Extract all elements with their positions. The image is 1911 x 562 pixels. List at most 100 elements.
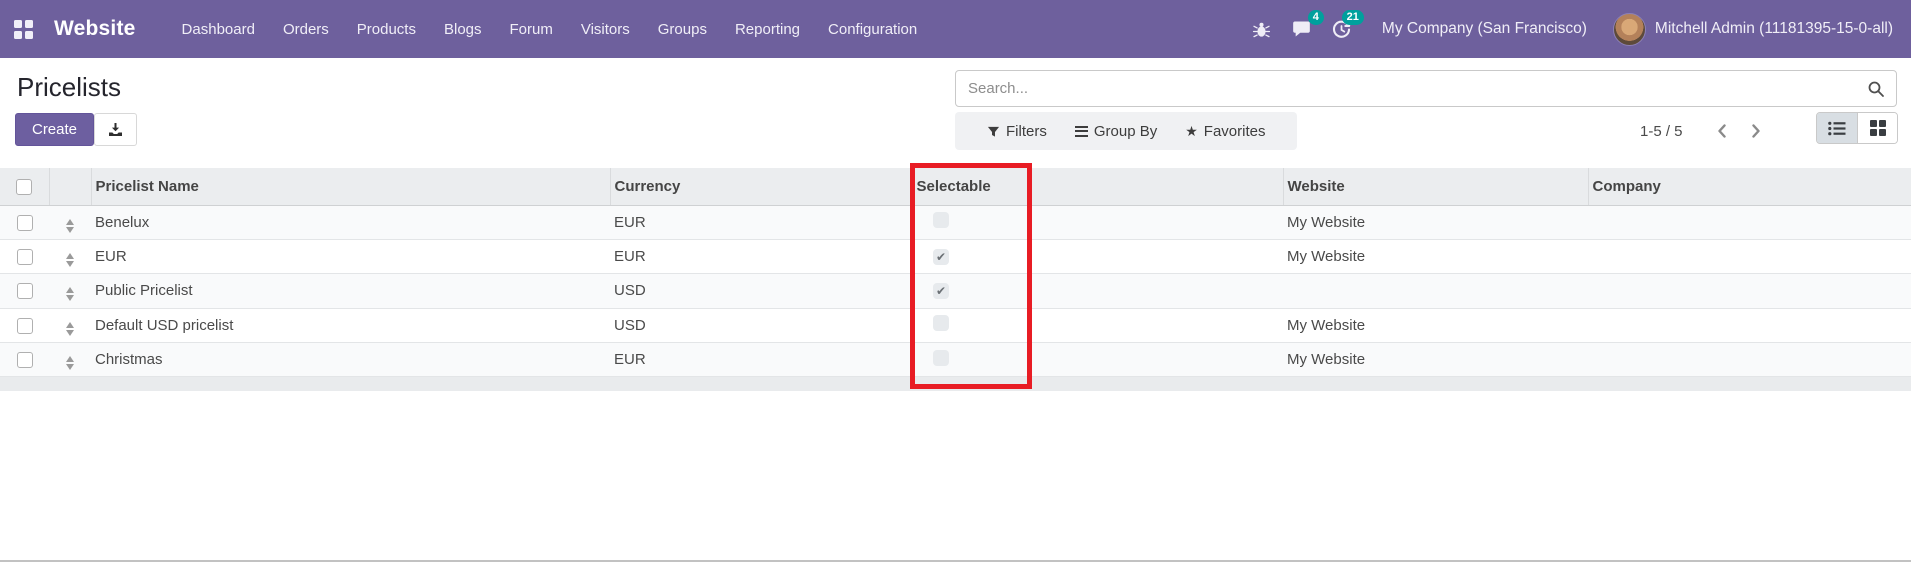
table-row[interactable]: Default USD pricelist USD ✔ My Website [0, 308, 1911, 344]
user-menu[interactable]: Mitchell Admin (11181395-15-0-all) [1612, 12, 1911, 46]
activities-button[interactable]: 21 [1322, 0, 1364, 58]
filters-label: Filters [1006, 122, 1047, 140]
search-options-bar: Filters Group By ★ Favorites [955, 112, 1298, 150]
cell-currency[interactable]: USD [610, 273, 912, 309]
table-row[interactable]: Christmas EUR ✔ My Website [0, 342, 1911, 378]
search-submit[interactable] [1856, 71, 1896, 106]
cell-pricelist-name[interactable]: EUR [91, 239, 610, 275]
column-header-currency[interactable]: Currency [610, 168, 913, 206]
selectable-checkbox[interactable]: ✔ [933, 349, 949, 366]
pager-next-button[interactable] [1739, 112, 1773, 150]
menu-dashboard[interactable]: Dashboard [168, 0, 269, 58]
group-by-button[interactable]: Group By [1061, 123, 1171, 140]
cell-website[interactable]: My Website [1283, 342, 1588, 378]
cell-website[interactable]: My Website [1283, 239, 1588, 275]
bug-icon [1253, 22, 1271, 37]
pager-range: 1-5 / 5 [1640, 122, 1683, 140]
list-view-icon [1828, 121, 1846, 135]
cell-pricelist-name[interactable]: Default USD pricelist [91, 308, 610, 344]
kanban-view-icon [1869, 120, 1886, 136]
list-view-button[interactable] [1817, 113, 1857, 143]
drag-handle-icon[interactable] [66, 287, 74, 302]
select-all-checkbox[interactable] [16, 178, 33, 195]
column-header-website[interactable]: Website [1283, 168, 1589, 206]
group-by-icon [1074, 125, 1088, 137]
column-header-selectable[interactable]: Selectable [912, 168, 1284, 206]
cell-currency[interactable]: EUR [610, 239, 912, 275]
messages-button[interactable]: 4 [1282, 0, 1324, 58]
selectable-checkbox[interactable]: ✔ [933, 315, 949, 332]
cell-website[interactable] [1283, 273, 1588, 309]
search-input[interactable] [956, 80, 1856, 97]
favorites-button[interactable]: ★ Favorites [1171, 123, 1279, 140]
search-icon [1868, 81, 1884, 97]
user-avatar [1612, 12, 1646, 46]
user-name: Mitchell Admin (11181395-15-0-all) [1654, 20, 1893, 37]
cell-currency[interactable]: EUR [610, 205, 912, 240]
table-row[interactable]: Public Pricelist USD ✔ [0, 273, 1911, 309]
cell-company[interactable] [1588, 342, 1911, 378]
cell-pricelist-name[interactable]: Benelux [91, 205, 610, 240]
page-title: Pricelists [17, 72, 122, 102]
top-navbar: Website Dashboard Orders Products Blogs … [0, 0, 1911, 58]
menu-visitors[interactable]: Visitors [567, 0, 644, 58]
table-row[interactable]: Benelux EUR ✔ My Website [0, 205, 1911, 240]
main-menu: Dashboard Orders Products Blogs Forum Vi… [168, 0, 932, 58]
menu-groups[interactable]: Groups [644, 0, 721, 58]
view-switcher [1816, 112, 1898, 144]
row-checkbox[interactable] [16, 352, 33, 369]
cell-website[interactable]: My Website [1283, 205, 1588, 240]
handle-column-header [49, 168, 92, 206]
cell-company[interactable] [1588, 273, 1911, 309]
pager: 1-5 / 5 [1640, 112, 1773, 150]
row-checkbox[interactable] [16, 214, 33, 231]
selectable-checkbox[interactable]: ✔ [933, 283, 949, 300]
apps-menu-button[interactable] [0, 0, 46, 58]
cell-pricelist-name[interactable]: Public Pricelist [91, 273, 610, 309]
selectable-checkbox[interactable]: ✔ [933, 212, 949, 229]
create-button[interactable]: Create [15, 113, 94, 146]
cell-company[interactable] [1588, 308, 1911, 344]
kanban-view-button[interactable] [1857, 113, 1897, 143]
cell-company[interactable] [1588, 239, 1911, 275]
company-switcher[interactable]: My Company (San Francisco) [1362, 20, 1613, 38]
menu-reporting[interactable]: Reporting [721, 0, 814, 58]
drag-handle-icon[interactable] [66, 356, 74, 371]
table-row[interactable]: EUR EUR ✔ My Website [0, 239, 1911, 275]
row-checkbox[interactable] [16, 249, 33, 266]
drag-handle-icon[interactable] [66, 321, 74, 336]
export-button[interactable] [94, 113, 137, 146]
filter-funnel-icon [987, 126, 1000, 137]
filters-button[interactable]: Filters [973, 123, 1061, 140]
drag-handle-icon[interactable] [66, 253, 74, 268]
pricelists-list-view: Pricelist Name Currency Selectable Websi… [0, 168, 1911, 392]
cell-pricelist-name[interactable]: Christmas [91, 342, 610, 378]
download-export-icon [109, 122, 122, 136]
row-checkbox[interactable] [16, 317, 33, 334]
cell-currency[interactable]: USD [610, 308, 912, 344]
chevron-left-icon [1717, 124, 1726, 138]
menu-orders[interactable]: Orders [269, 0, 343, 58]
menu-forum[interactable]: Forum [496, 0, 567, 58]
activities-badge: 21 [1341, 10, 1364, 25]
menu-configuration[interactable]: Configuration [814, 0, 931, 58]
row-checkbox[interactable] [16, 283, 33, 300]
column-header-company[interactable]: Company [1588, 168, 1911, 206]
table-header-row: Pricelist Name Currency Selectable Websi… [0, 168, 1911, 206]
cell-website[interactable]: My Website [1283, 308, 1588, 344]
favorites-label: Favorites [1203, 122, 1266, 140]
cell-company[interactable] [1588, 205, 1911, 240]
column-header-pricelist-name[interactable]: Pricelist Name [91, 168, 611, 206]
selectable-checkbox[interactable]: ✔ [933, 249, 949, 266]
search-bar [955, 70, 1897, 107]
table-footer-strip [0, 377, 1911, 392]
app-brand[interactable]: Website [46, 17, 150, 41]
drag-handle-icon[interactable] [66, 218, 74, 233]
menu-blogs[interactable]: Blogs [430, 0, 496, 58]
navbar-right: 4 21 My Company (San Francisco) Mitchell… [1242, 0, 1911, 58]
cell-currency[interactable]: EUR [610, 342, 912, 378]
pager-previous-button[interactable] [1705, 112, 1739, 150]
menu-products[interactable]: Products [343, 0, 430, 58]
odoo-backend-screen: Website Dashboard Orders Products Blogs … [0, 0, 1911, 562]
debug-button[interactable] [1242, 0, 1282, 58]
